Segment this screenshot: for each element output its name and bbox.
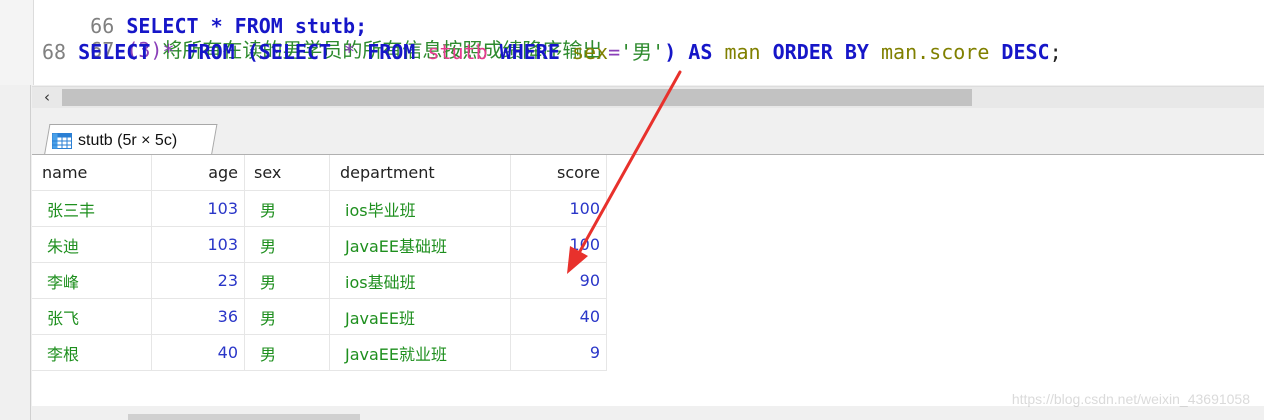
- tab-result-content[interactable]: stutb (5r × 5c): [52, 128, 177, 154]
- sql-editor[interactable]: 66 SELECT * FROM stutb; 67 (3)将所有在读的男学员的…: [0, 0, 1264, 85]
- result-grid-pane[interactable]: name age sex department score 张三丰 103 男 …: [32, 154, 1264, 407]
- cell-department[interactable]: JavaEE就业班: [329, 334, 511, 371]
- cell-age[interactable]: 36: [151, 298, 245, 335]
- string-literal: '男': [620, 40, 665, 64]
- scrollbar-thumb[interactable]: [128, 414, 360, 420]
- line-number-gutter: [0, 0, 34, 85]
- left-frame-border: [0, 85, 31, 420]
- cell-sex[interactable]: 男: [244, 262, 330, 299]
- keyword-select: SELECT: [258, 40, 332, 64]
- keyword-where: WHERE: [499, 40, 560, 64]
- column-header-score[interactable]: score: [510, 155, 607, 191]
- cell-age[interactable]: 103: [151, 226, 245, 263]
- code-line-67[interactable]: 67 (3)将所有在读的男学员的所有信息按照成绩降序输出: [42, 8, 602, 62]
- scroll-left-arrow-icon[interactable]: ‹: [38, 87, 56, 108]
- cell-name[interactable]: 张飞: [32, 298, 152, 335]
- line-number: 68: [42, 40, 67, 64]
- table-row[interactable]: 张飞 36 男 JavaEE班 40: [32, 298, 607, 335]
- table-grid-icon: [52, 133, 72, 149]
- cell-score[interactable]: 90: [510, 262, 607, 299]
- cell-name[interactable]: 张三丰: [32, 190, 152, 227]
- semicolon: ;: [1049, 40, 1062, 64]
- cell-score[interactable]: 40: [510, 298, 607, 335]
- cell-age[interactable]: 40: [151, 334, 245, 371]
- table-name: stutb: [427, 40, 488, 64]
- operator-equals: =: [608, 40, 621, 64]
- column-name: sex: [571, 40, 609, 64]
- table-row[interactable]: 李根 40 男 JavaEE就业班 9: [32, 334, 607, 371]
- tab-label: stutb (5r × 5c): [78, 132, 178, 149]
- keyword-order-by: ORDER BY: [772, 40, 869, 64]
- cell-score[interactable]: 100: [510, 190, 607, 227]
- keyword-desc: DESC: [1001, 40, 1050, 64]
- grid-header-row: name age sex department score: [32, 155, 607, 191]
- operator-star: *: [162, 40, 175, 64]
- cell-department[interactable]: JavaEE班: [329, 298, 511, 335]
- column-header-sex[interactable]: sex: [244, 155, 330, 191]
- cell-department[interactable]: ios毕业班: [329, 190, 511, 227]
- keyword-from: FROM: [367, 40, 416, 64]
- keyword-from: FROM: [186, 40, 235, 64]
- cell-sex[interactable]: 男: [244, 190, 330, 227]
- cell-name[interactable]: 李根: [32, 334, 152, 371]
- cell-sex[interactable]: 男: [244, 226, 330, 263]
- table-row[interactable]: 朱迪 103 男 JavaEE基础班 100: [32, 226, 607, 263]
- cell-sex[interactable]: 男: [244, 298, 330, 335]
- column-header-age[interactable]: age: [151, 155, 245, 191]
- keyword-select: SELECT: [78, 40, 151, 64]
- table-row[interactable]: 张三丰 103 男 ios毕业班 100: [32, 190, 607, 227]
- table-row[interactable]: 李峰 23 男 ios基础班 90: [32, 262, 607, 299]
- alias-name: man: [724, 40, 761, 64]
- cell-sex[interactable]: 男: [244, 334, 330, 371]
- keyword-as: AS: [688, 40, 713, 64]
- operator-star: *: [343, 40, 356, 64]
- column-header-department[interactable]: department: [329, 155, 511, 191]
- result-grid[interactable]: name age sex department score 张三丰 103 男 …: [32, 155, 607, 371]
- scrollbar-thumb[interactable]: [62, 89, 972, 106]
- cell-name[interactable]: 李峰: [32, 262, 152, 299]
- cell-age[interactable]: 23: [151, 262, 245, 299]
- cell-department[interactable]: ios基础班: [329, 262, 511, 299]
- watermark: https://blog.csdn.net/weixin_43691058: [1011, 391, 1250, 407]
- cell-name[interactable]: 朱迪: [32, 226, 152, 263]
- cell-score[interactable]: 100: [510, 226, 607, 263]
- open-paren: (: [246, 40, 259, 64]
- column-header-name[interactable]: name: [32, 155, 152, 191]
- cell-score[interactable]: 9: [510, 334, 607, 371]
- close-paren: ): [664, 40, 677, 64]
- bottom-scrollbar[interactable]: [32, 406, 1264, 420]
- code-line-68[interactable]: 68 SELECT * FROM (SELECT * FROM stutb WH…: [42, 38, 1062, 66]
- cell-age[interactable]: 103: [151, 190, 245, 227]
- editor-horizontal-scrollbar[interactable]: ‹: [32, 86, 1264, 108]
- column-name: man.score: [880, 40, 990, 64]
- cell-department[interactable]: JavaEE基础班: [329, 226, 511, 263]
